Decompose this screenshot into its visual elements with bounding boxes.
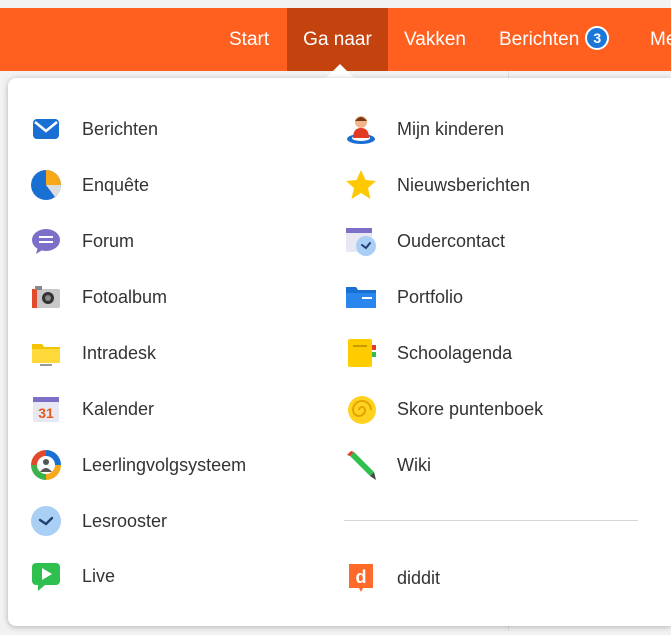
- menu-item-enquete[interactable]: Enquête: [29, 165, 149, 205]
- menu-item-lesrooster[interactable]: Lesrooster: [29, 501, 167, 541]
- menu-item-label: Kalender: [82, 398, 155, 419]
- menu-item-oudercontact[interactable]: Oudercontact: [344, 221, 505, 261]
- agenda-icon: [344, 336, 378, 370]
- menu-item-label: Enquête: [82, 174, 150, 195]
- nav-vakken[interactable]: Vakken: [404, 8, 466, 71]
- speech-bubble-icon: [29, 224, 63, 258]
- folder-icon: [29, 336, 63, 370]
- calendar-clock-icon: [344, 224, 378, 258]
- menu-item-forum[interactable]: Forum: [29, 221, 134, 261]
- menu-item-label: Berichten: [82, 118, 159, 139]
- menu-item-label: Live: [82, 565, 116, 586]
- menu-item-berichten[interactable]: Berichten: [29, 109, 158, 149]
- diddit-icon: d: [344, 561, 378, 595]
- menu-divider: [344, 520, 638, 521]
- menu-item-nieuwsberichten[interactable]: Nieuwsberichten: [344, 165, 530, 205]
- student-tracking-icon: [29, 448, 63, 482]
- menu-item-portfolio[interactable]: Portfolio: [344, 277, 463, 317]
- nav-ga-naar[interactable]: Ga naar: [287, 8, 388, 71]
- top-navigation-bar: Start Ga naar Vakken Berichten3 Me: [0, 8, 671, 71]
- menu-item-label: Lesrooster: [82, 510, 168, 531]
- menu-item-leerlingvolgsysteem[interactable]: Leerlingvolgsysteem: [29, 445, 246, 485]
- menu-item-label: Schoolagenda: [397, 342, 513, 363]
- envelope-icon: [29, 112, 63, 146]
- menu-item-diddit[interactable]: d diddit: [344, 558, 440, 598]
- menu-item-skore-puntenboek[interactable]: Skore puntenboek: [344, 389, 543, 429]
- menu-item-mijn-kinderen[interactable]: Mijn kinderen: [344, 109, 504, 149]
- camera-icon: [29, 280, 63, 314]
- menu-item-label: Intradesk: [82, 342, 157, 363]
- nav-more[interactable]: Me: [650, 8, 671, 71]
- calendar-icon: 31: [29, 392, 63, 426]
- shell-icon: [344, 392, 378, 426]
- unread-count-badge: 3: [585, 25, 610, 50]
- menu-item-kalender[interactable]: 31 Kalender: [29, 389, 154, 429]
- menu-item-label: Oudercontact: [397, 230, 506, 251]
- menu-item-label: Portfolio: [397, 286, 464, 307]
- menu-item-intradesk[interactable]: Intradesk: [29, 333, 156, 373]
- menu-item-label: Fotoalbum: [82, 286, 168, 307]
- nav-berichten[interactable]: Berichten 3: [499, 8, 610, 71]
- menu-item-fotoalbum[interactable]: Fotoalbum: [29, 277, 167, 317]
- blue-folder-icon: [344, 280, 378, 314]
- menu-item-wiki[interactable]: Wiki: [344, 445, 431, 485]
- menu-item-label: Forum: [82, 230, 135, 251]
- pie-chart-icon: [29, 168, 63, 202]
- star-icon: [344, 168, 378, 202]
- nav-berichten-label: Berichten: [499, 29, 580, 50]
- svg-text:d: d: [356, 567, 367, 587]
- ga-naar-dropdown-menu: Berichten Enquête Forum Fotoalbum Intrad…: [8, 78, 671, 626]
- menu-item-label: Leerlingvolgsysteem: [82, 454, 247, 475]
- menu-item-live[interactable]: Live: [29, 556, 115, 596]
- menu-item-schoolagenda[interactable]: Schoolagenda: [344, 333, 512, 373]
- clock-icon: [29, 504, 63, 538]
- menu-item-label: Wiki: [397, 454, 431, 475]
- pencil-icon: [344, 448, 378, 482]
- menu-item-label: Nieuwsberichten: [397, 174, 531, 195]
- menu-item-label: Mijn kinderen: [397, 118, 505, 139]
- menu-item-label: diddit: [397, 567, 441, 588]
- child-icon: [344, 112, 378, 146]
- live-play-icon: [29, 559, 63, 593]
- svg-text:31: 31: [38, 405, 54, 421]
- nav-start[interactable]: Start: [229, 8, 269, 71]
- menu-item-label: Skore puntenboek: [397, 398, 544, 419]
- dropdown-caret: [325, 64, 355, 79]
